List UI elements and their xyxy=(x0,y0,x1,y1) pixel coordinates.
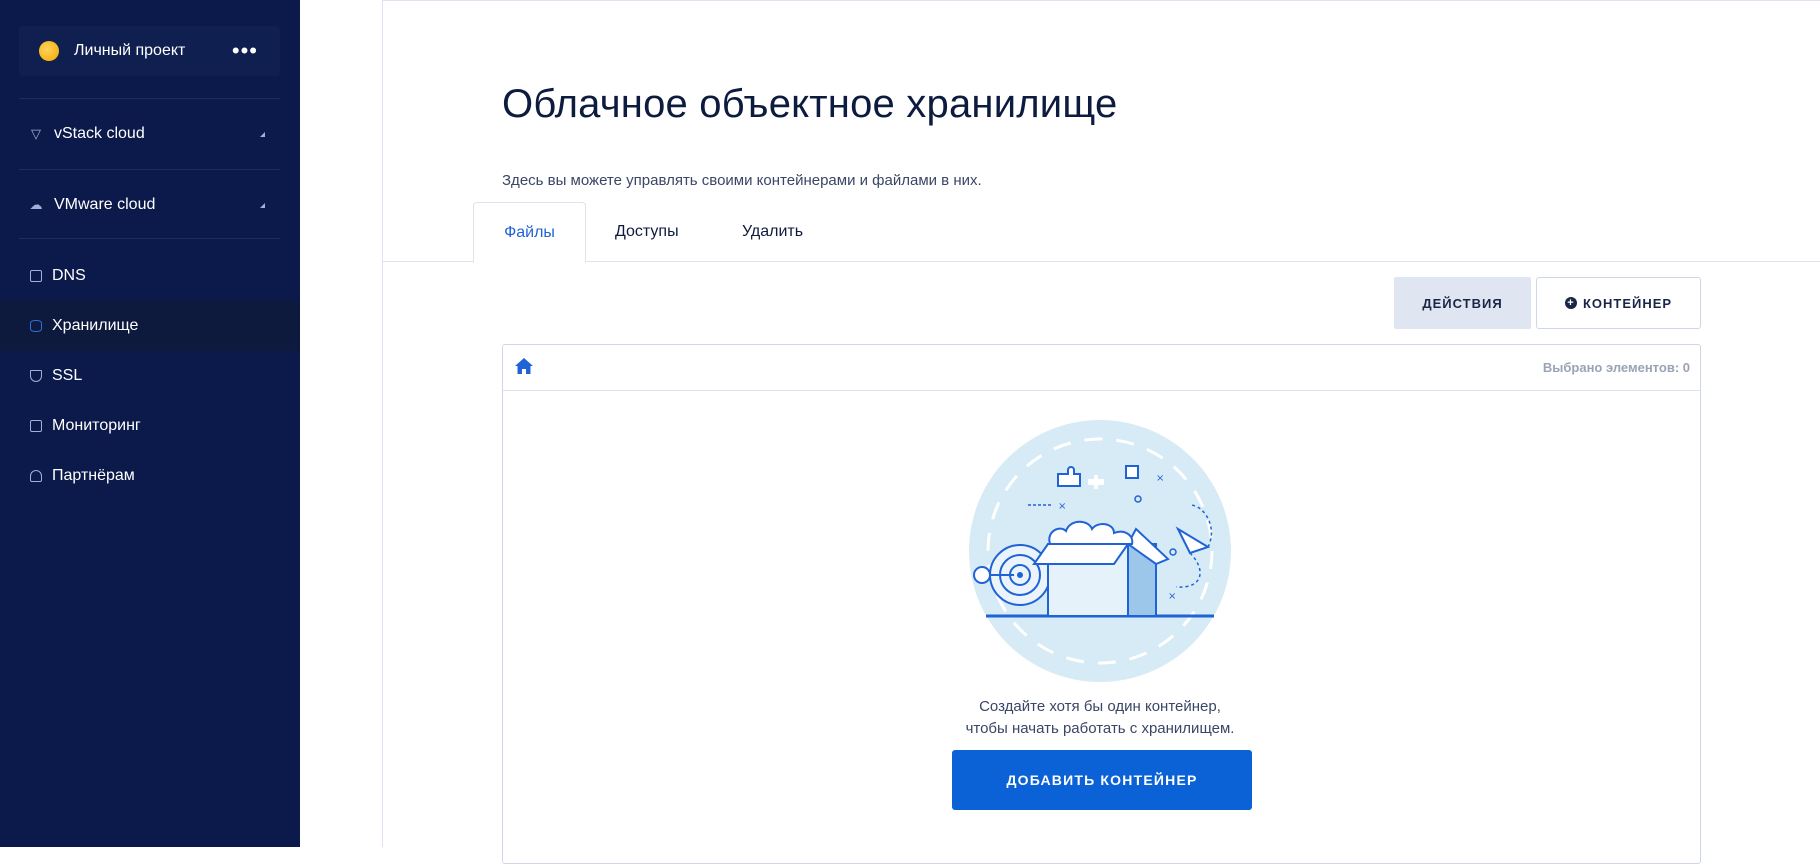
svg-text:×: × xyxy=(1168,591,1176,602)
sidebar-item-monitoring[interactable]: Мониторинг xyxy=(0,401,300,451)
tab-access[interactable]: Доступы xyxy=(615,202,679,262)
sidebar-item-label: Партнёрам xyxy=(52,467,135,484)
shield-icon xyxy=(30,370,42,382)
project-avatar xyxy=(39,41,59,61)
tab-delete[interactable]: Удалить xyxy=(742,202,803,262)
browser-header: Выбрано элементов: 0 xyxy=(503,345,1700,391)
svg-text:×: × xyxy=(1058,501,1066,512)
caret-icon xyxy=(260,202,265,208)
cloud-icon: ☁ xyxy=(29,197,43,212)
empty-state-line: Создайте хотя бы один контейнер, xyxy=(979,698,1221,715)
page-title: Облачное объектное хранилище xyxy=(502,82,1118,126)
sidebar-group-vstack[interactable]: ▽ vStack cloud xyxy=(19,98,280,169)
sidebar-item-label: Мониторинг xyxy=(52,417,141,434)
project-name: Личный проект xyxy=(74,42,186,59)
monitor-icon xyxy=(30,420,42,432)
dns-icon xyxy=(30,270,42,282)
sidebar-item-label: SSL xyxy=(52,367,83,384)
sidebar-item-storage[interactable]: Хранилище xyxy=(0,301,300,351)
sidebar-item-label: Хранилище xyxy=(52,317,139,334)
home-icon[interactable] xyxy=(514,356,534,376)
sidebar: Личный проект ••• ▽ vStack cloud ☁ VMwar… xyxy=(0,0,300,847)
add-container-label: КОНТЕЙНЕР xyxy=(1582,295,1673,311)
sidebar-group-label: VMware cloud xyxy=(54,196,156,213)
triangle-down-outline-icon: ▽ xyxy=(31,126,41,141)
sidebar-group-vmware[interactable]: ☁ VMware cloud xyxy=(19,169,280,240)
database-icon xyxy=(30,320,42,332)
header-panel xyxy=(382,0,1820,262)
sidebar-item-dns[interactable]: DNS xyxy=(0,251,300,301)
sidebar-group-label: vStack cloud xyxy=(54,125,145,142)
tab-files[interactable]: Файлы xyxy=(473,202,586,263)
empty-state-text: Создайте хотя бы один контейнер, чтобы н… xyxy=(903,696,1297,740)
more-horizontal-icon[interactable]: ••• xyxy=(232,40,258,62)
caret-icon xyxy=(260,131,265,137)
project-switcher[interactable]: Личный проект ••• xyxy=(19,26,280,76)
file-browser: Выбрано элементов: 0 × × × Создайте хотя… xyxy=(502,344,1701,864)
sidebar-item-label: DNS xyxy=(52,267,86,284)
svg-text:×: × xyxy=(1156,473,1164,484)
divider xyxy=(382,262,383,847)
add-container-button[interactable]: + КОНТЕЙНЕР xyxy=(1536,277,1701,329)
add-container-primary-button[interactable]: ДОБАВИТЬ КОНТЕЙНЕР xyxy=(952,750,1252,810)
actions-button[interactable]: ДЕЙСТВИЯ xyxy=(1394,277,1531,329)
selected-count: Выбрано элементов: 0 xyxy=(1542,360,1690,375)
sidebar-item-ssl[interactable]: SSL xyxy=(0,351,300,401)
page-subtitle: Здесь вы можете управлять своими контейн… xyxy=(502,172,982,189)
divider xyxy=(19,238,280,239)
empty-state-line: чтобы начать работать с хранилищем. xyxy=(965,720,1235,737)
person-icon xyxy=(30,470,42,482)
sidebar-item-partners[interactable]: Партнёрам xyxy=(0,451,300,501)
empty-box-illustration: × × × xyxy=(969,420,1231,682)
plus-circle-icon: + xyxy=(1564,297,1577,309)
